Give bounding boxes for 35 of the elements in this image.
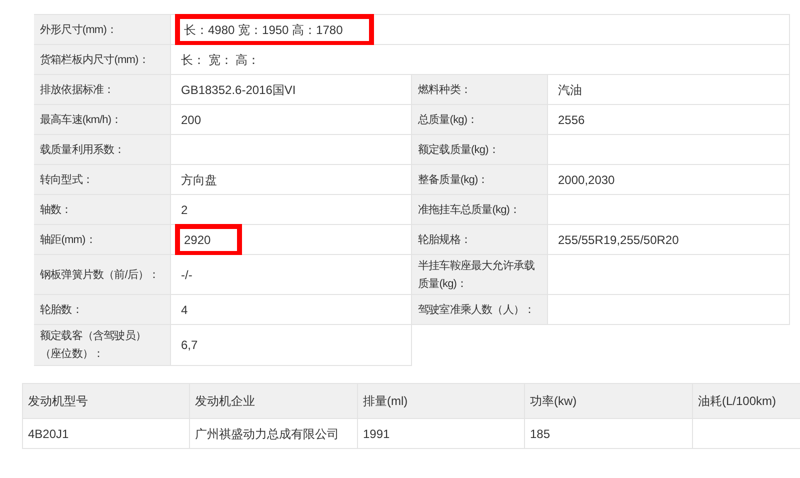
spec-value: 4 xyxy=(171,295,412,325)
spec-label: 燃料种类： xyxy=(412,75,548,105)
spec-value: 方向盘 xyxy=(171,165,412,195)
spec-label: 整备质量(kg)： xyxy=(412,165,548,195)
spec-label: 驾驶室准乘人数（人）： xyxy=(412,295,548,325)
spec-label: 半挂车鞍座最大允许承载质量(kg)： xyxy=(412,255,548,295)
spec-label: 额定载质量(kg)： xyxy=(412,135,548,165)
spec-label: 货箱栏板内尺寸(mm)： xyxy=(34,45,171,75)
spec-value: GB18352.6-2016国VI xyxy=(171,75,412,105)
spec-label: 轮胎规格： xyxy=(412,225,548,255)
spec-value: 6,7 xyxy=(171,325,412,366)
table-cell: 广州祺盛动力总成有限公司 xyxy=(190,419,358,449)
table-cell: 1991 xyxy=(358,419,525,449)
table-cell: 4B20J1 xyxy=(23,419,190,449)
spec-value: 汽油 xyxy=(548,75,790,105)
spec-value: 2000,2030 xyxy=(548,165,790,195)
spec-value: 255/55R19,255/50R20 xyxy=(548,225,790,255)
spec-label: 轴数： xyxy=(34,195,171,225)
spec-value: 长： 宽： 高： xyxy=(171,45,790,75)
spec-label: 转向型式： xyxy=(34,165,171,195)
spec-value: 200 xyxy=(171,105,412,135)
spec-label: 准拖挂车总质量(kg)： xyxy=(412,195,548,225)
spec-label: 钢板弹簧片数（前/后）： xyxy=(34,255,171,295)
spec-value: 2556 xyxy=(548,105,790,135)
spec-label: 外形尺寸(mm)： xyxy=(34,15,171,45)
spec-label: 轮胎数： xyxy=(34,295,171,325)
spec-value: -/- xyxy=(171,255,412,295)
spec-value: 2 xyxy=(171,195,412,225)
spec-label: 载质量利用系数： xyxy=(34,135,171,165)
spec-label: 轴距(mm)： xyxy=(34,225,171,255)
spec-label: 额定载客（含驾驶员）（座位数）： xyxy=(34,325,171,366)
spec-label: 排放依据标准： xyxy=(34,75,171,105)
spec-label: 总质量(kg)： xyxy=(412,105,548,135)
spec-label: 最高车速(km/h)： xyxy=(34,105,171,135)
table-cell: 185 xyxy=(525,419,693,449)
